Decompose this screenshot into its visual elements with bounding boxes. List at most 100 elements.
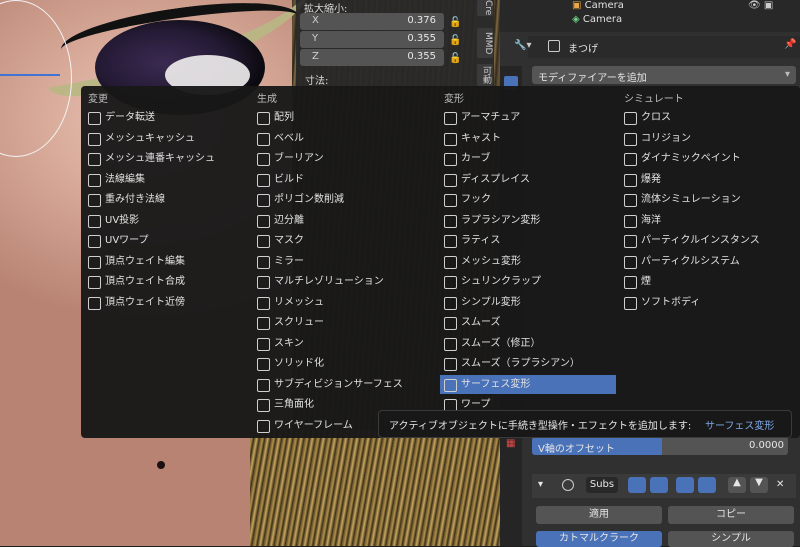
copy-button[interactable]: コピー	[668, 506, 794, 524]
menu-item-laplacian-deform[interactable]: ラプラシアン変形	[440, 211, 616, 230]
move-down-icon[interactable]: ▼	[750, 477, 768, 493]
scale-y-field[interactable]: Y 0.355	[300, 31, 444, 48]
menu-item-vertex-weight-proximity[interactable]: 頂点ウェイト近傍	[84, 293, 260, 312]
vertex-weight-proximity-icon	[88, 296, 101, 310]
scale-z-field[interactable]: Z 0.355	[300, 49, 444, 66]
outliner-item[interactable]: ▣ Camera	[572, 0, 624, 11]
collapse-icon[interactable]: ▾	[538, 479, 543, 490]
lock-icon[interactable]: 🔓	[449, 17, 461, 28]
v-offset-field[interactable]: V軸のオフセット 0.0000	[532, 437, 788, 455]
menu-item-screw[interactable]: スクリュー	[253, 313, 429, 332]
axis-label: Y	[312, 33, 319, 44]
cage-toggle-icon[interactable]	[698, 477, 716, 493]
menu-item-label: ポリゴン数削減	[274, 194, 344, 205]
menu-item-shrinkwrap[interactable]: シュリンクラップ	[440, 272, 616, 291]
menu-item-lattice[interactable]: ラティス	[440, 231, 616, 250]
menu-item-smoke[interactable]: 煙	[620, 272, 790, 291]
menu-item-bevel[interactable]: ベベル	[253, 129, 429, 148]
wrench-icon[interactable]: 🔧▾	[514, 40, 531, 51]
apply-button[interactable]: 適用	[536, 506, 662, 524]
menu-item-weighted-normal[interactable]: 重み付き法線	[84, 190, 260, 209]
menu-item-uv-warp[interactable]: UVワープ	[84, 231, 260, 250]
menu-item-smooth-corrective[interactable]: スムーズ（修正）	[440, 334, 616, 353]
menu-item-label: 三角面化	[274, 399, 314, 410]
menu-item-mesh-sequence-cache[interactable]: メッシュ連番キャッシュ	[84, 149, 260, 168]
camera-toggle-icon[interactable]	[628, 477, 646, 493]
uv-project-icon	[88, 214, 101, 228]
menu-item-fluid[interactable]: 流体シミュレーション	[620, 190, 790, 209]
modifier-name-field[interactable]: Subs	[586, 477, 618, 493]
remove-icon[interactable]: ✕	[776, 479, 784, 490]
menu-item-label: 重み付き法線	[105, 194, 165, 205]
tab-mmd[interactable]: MMD	[477, 28, 493, 58]
scale-x-field[interactable]: X 0.376	[300, 13, 444, 30]
curve-icon	[444, 153, 457, 166]
menu-item-smooth-laplacian[interactable]: スムーズ（ラプラシアン）	[440, 354, 616, 373]
menu-item-vertex-weight-edit[interactable]: 頂点ウェイト編集	[84, 252, 260, 271]
simple-button[interactable]: シンプル	[668, 531, 794, 547]
menu-item-edge-split[interactable]: 辺分離	[253, 211, 429, 230]
menu-item-label: パーティクルシステム	[641, 255, 740, 267]
vertex-weight-mix-icon	[88, 276, 101, 289]
menu-item-soft-body[interactable]: ソフトボディ	[620, 293, 790, 312]
menu-item-boolean[interactable]: ブーリアン	[253, 149, 429, 168]
wireframe-icon	[257, 419, 270, 433]
menu-item-skin[interactable]: スキン	[253, 334, 429, 353]
tab-movable[interactable]: 可動	[477, 64, 493, 86]
menu-item-data-transfer[interactable]: データ転送	[84, 108, 260, 127]
menu-item-curve[interactable]: カーブ	[440, 149, 616, 168]
menu-item-cast[interactable]: キャスト	[440, 129, 616, 148]
menu-item-uv-project[interactable]: UV投影	[84, 211, 260, 230]
tab-create[interactable]: Cre	[477, 0, 493, 16]
menu-item-label: ラティス	[461, 235, 501, 246]
menu-item-mask[interactable]: マスク	[253, 231, 429, 250]
menu-item-array[interactable]: 配列	[253, 108, 429, 127]
menu-item-mirror[interactable]: ミラー	[253, 252, 429, 271]
boolean-icon	[257, 153, 270, 166]
menu-item-decimate[interactable]: ポリゴン数削減	[253, 190, 429, 209]
menu-item-vertex-weight-mix[interactable]: 頂点ウェイト合成	[84, 272, 260, 291]
catmull-clark-button[interactable]: カトマルクラーク	[536, 531, 662, 547]
menu-item-displace[interactable]: ディスプレイス	[440, 170, 616, 189]
menu-item-subsurf[interactable]: サブディビジョンサーフェス	[253, 375, 429, 394]
menu-item-build[interactable]: ビルド	[253, 170, 429, 189]
lock-icon[interactable]: 🔓	[449, 53, 461, 64]
menu-item-particle-instance[interactable]: パーティクルインスタンス	[620, 231, 790, 250]
menu-item-explode[interactable]: 爆発	[620, 170, 790, 189]
visibility-icon[interactable]: 👁 ▣	[748, 0, 773, 11]
menu-item-label: 頂点ウェイト近傍	[105, 296, 185, 308]
menu-item-label: ビルド	[274, 173, 304, 185]
menu-item-cloth[interactable]: クロス	[620, 108, 790, 127]
lock-icon[interactable]: 🔓	[449, 35, 461, 46]
menu-item-hook[interactable]: フック	[440, 190, 616, 209]
menu-item-solidify[interactable]: ソリッド化	[253, 354, 429, 373]
menu-item-collision[interactable]: コリジョン	[620, 129, 790, 148]
dynamic-paint-icon	[624, 153, 637, 166]
mask-icon	[257, 235, 270, 248]
menu-item-ocean[interactable]: 海洋	[620, 211, 790, 230]
menu-item-label: スキン	[274, 337, 304, 349]
add-modifier-dropdown[interactable]: モディファイアーを追加 ▾	[532, 66, 796, 84]
armature-icon	[444, 112, 457, 125]
menu-item-mesh-deform[interactable]: メッシュ変形	[440, 252, 616, 271]
menu-item-label: アーマチュア	[461, 112, 521, 123]
viewport-toggle-icon[interactable]	[650, 477, 668, 493]
menu-item-surface-deform[interactable]: サーフェス変形	[440, 374, 616, 394]
menu-item-particle-system[interactable]: パーティクルシステム	[620, 252, 790, 271]
editmode-toggle-icon[interactable]	[676, 477, 694, 493]
move-up-icon[interactable]: ▲	[728, 477, 746, 493]
menu-item-simple-deform[interactable]: シンプル変形	[440, 293, 616, 312]
menu-item-remesh[interactable]: リメッシュ	[253, 293, 429, 312]
menu-item-normal-edit[interactable]: 法線編集	[84, 170, 260, 189]
hair-strands-lower	[250, 430, 510, 546]
skin-icon	[257, 337, 270, 351]
menu-item-multires[interactable]: マルチレゾリューション	[253, 272, 429, 291]
outliner-item[interactable]: ◈ Camera	[572, 14, 622, 25]
menu-item-mesh-cache[interactable]: メッシュキャッシュ	[84, 129, 260, 148]
pin-icon[interactable]: 📌	[784, 39, 796, 50]
menu-item-label: ワイヤーフレーム	[274, 419, 353, 431]
menu-item-armature[interactable]: アーマチュア	[440, 108, 616, 127]
menu-item-dynamic-paint[interactable]: ダイナミックペイント	[620, 149, 790, 168]
menu-item-smooth[interactable]: スムーズ	[440, 313, 616, 332]
object-name[interactable]: まつげ	[568, 40, 598, 55]
